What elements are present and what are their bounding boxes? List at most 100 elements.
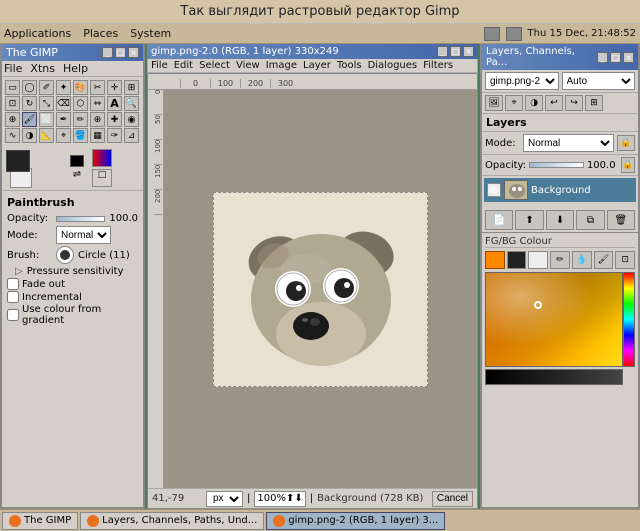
value-slider[interactable] [485, 369, 623, 385]
pencil-tool[interactable]: ✑ [107, 128, 122, 143]
fade-out-checkbox[interactable] [7, 278, 19, 290]
crop-tool[interactable]: ⊡ [5, 96, 20, 111]
fgbg-white-icon[interactable] [528, 251, 548, 269]
blend-tool[interactable]: ▦ [90, 128, 105, 143]
color-mode-btn[interactable] [92, 149, 112, 167]
layers-maximize-button[interactable]: □ [610, 52, 621, 63]
apps-menu[interactable]: Applications [4, 27, 71, 40]
move-tool[interactable]: ✛ [107, 80, 122, 95]
channels-icon[interactable]: ◑ [525, 95, 543, 111]
heal-tool[interactable]: ✚ [107, 112, 122, 127]
flip-tool[interactable]: ⇔ [90, 96, 105, 111]
toolbox-help-menu[interactable]: Help [63, 62, 88, 75]
new-layer-channel-icon[interactable]: 🖼 [485, 95, 503, 111]
taskbar-item-canvas[interactable]: gimp.png-2 (RGB, 1 layer) 3... [266, 512, 445, 530]
canvas-tools-menu[interactable]: Tools [337, 60, 362, 71]
incremental-checkbox[interactable] [7, 291, 19, 303]
raise-layer-button[interactable]: ⬆ [515, 210, 543, 230]
layers-mode-select[interactable]: Normal [523, 134, 614, 152]
color-gradient-area[interactable] [485, 272, 623, 367]
airbrush-tool[interactable]: ✒ [56, 112, 71, 127]
paint-icon[interactable]: 🖌 [594, 251, 614, 269]
layers-close-button[interactable]: × [623, 52, 634, 63]
extra-tool[interactable]: ⊿ [124, 128, 139, 143]
mode-select[interactable]: Normal [56, 226, 111, 244]
toolbox-xtns-menu[interactable]: Xtns [30, 62, 55, 75]
eraser-tool[interactable]: ⬜ [39, 112, 54, 127]
system-menu[interactable]: System [130, 27, 171, 40]
lock-icon[interactable]: 🔒 [617, 135, 635, 151]
shear-tool[interactable]: ⌫ [56, 96, 71, 111]
taskbar-item-layers[interactable]: Layers, Channels, Paths, Und... [80, 512, 264, 530]
quick-mask-btn[interactable]: □ [92, 169, 112, 187]
duplicate-layer-button[interactable]: ⧉ [576, 210, 604, 230]
clone-tool[interactable]: ⊕ [90, 112, 105, 127]
scale-tool[interactable]: ⤡ [39, 96, 54, 111]
paths-icon[interactable]: ⌖ [505, 95, 523, 111]
foreground-color[interactable] [6, 150, 30, 172]
image-select[interactable]: gimp.png-2 [485, 72, 559, 90]
toolbox-file-menu[interactable]: File [4, 62, 22, 75]
canvas-minimize-button[interactable]: _ [437, 46, 448, 57]
canvas-view-menu[interactable]: View [236, 60, 260, 71]
undo-icon[interactable]: ↩ [545, 95, 563, 111]
bucket-fill-tool[interactable]: 🪣 [73, 128, 88, 143]
close-button[interactable]: × [128, 47, 139, 58]
pencil-fg-icon[interactable]: ✏ [550, 251, 570, 269]
default-colors-btn[interactable] [70, 155, 84, 167]
canvas-layer-menu[interactable]: Layer [303, 60, 331, 71]
canvas-dialogues-menu[interactable]: Dialogues [368, 60, 418, 71]
magnify-tool[interactable]: ⊕ [5, 112, 20, 127]
perspective-tool[interactable]: ⬡ [73, 96, 88, 111]
opacity-lock-icon[interactable]: 🔒 [621, 157, 635, 173]
delete-layer-button[interactable]: 🗑 [607, 210, 635, 230]
places-menu[interactable]: Places [83, 27, 118, 40]
color-picker-tool[interactable]: 🔍 [124, 96, 139, 111]
copy-icon[interactable]: ⊡ [615, 251, 635, 269]
fuzzy-select-tool[interactable]: ✦ [56, 80, 71, 95]
swap-colors-btn[interactable]: ⇌ [70, 169, 84, 181]
path-tool[interactable]: ⌖ [56, 128, 71, 143]
hue-slider[interactable] [623, 272, 635, 367]
lower-layer-button[interactable]: ⬇ [546, 210, 574, 230]
select-by-color-tool[interactable]: 🎨 [73, 80, 88, 95]
free-select-tool[interactable]: ✐ [39, 80, 54, 95]
cancel-button[interactable]: Cancel [432, 491, 473, 507]
minimize-button[interactable]: _ [102, 47, 113, 58]
maximize-button[interactable]: □ [115, 47, 126, 58]
ellipse-select-tool[interactable]: ◯ [22, 80, 37, 95]
fgbg-black-icon[interactable] [507, 251, 527, 269]
taskbar-item-gimp[interactable]: The GIMP [2, 512, 78, 530]
canvas-image-area[interactable] [164, 90, 477, 488]
canvas-file-menu[interactable]: File [151, 60, 168, 71]
layers-opacity-slider[interactable] [529, 162, 584, 168]
new-layer-button[interactable]: 📄 [485, 210, 513, 230]
measure-tool[interactable]: 📐 [39, 128, 54, 143]
canvas-image-menu[interactable]: Image [266, 60, 297, 71]
canvas-edit-menu[interactable]: Edit [174, 60, 193, 71]
scissors-tool[interactable]: ✂ [90, 80, 105, 95]
layers-minimize-button[interactable]: _ [597, 52, 608, 63]
convolve-tool[interactable]: ◉ [124, 112, 139, 127]
fgbg-square-icon[interactable] [485, 251, 505, 269]
smudge-tool[interactable]: ∿ [5, 128, 20, 143]
text-tool[interactable]: A [107, 96, 122, 111]
ink-tool[interactable]: ✏ [73, 112, 88, 127]
brush-preview[interactable] [56, 246, 74, 264]
dodge-burn-tool[interactable]: ◑ [22, 128, 37, 143]
unit-select[interactable]: px [206, 491, 243, 507]
extra-layers-icon[interactable]: ⊞ [585, 95, 603, 111]
rotate-tool[interactable]: ↻ [22, 96, 37, 111]
canvas-close-button[interactable]: × [463, 46, 474, 57]
layer-visibility-toggle[interactable]: 👁 [487, 183, 501, 197]
history-icon[interactable]: ↪ [565, 95, 583, 111]
layer-item[interactable]: 👁 Background [484, 178, 636, 202]
paintbrush-tool[interactable]: 🖌 [22, 112, 37, 127]
opacity-slider[interactable] [56, 216, 105, 222]
rect-select-tool[interactable]: ▭ [5, 80, 20, 95]
alignment-tool[interactable]: ⊞ [124, 80, 139, 95]
canvas-maximize-button[interactable]: □ [450, 46, 461, 57]
auto-select[interactable]: Auto [562, 72, 636, 90]
use-colour-checkbox[interactable] [7, 309, 19, 321]
canvas-select-menu[interactable]: Select [199, 60, 230, 71]
